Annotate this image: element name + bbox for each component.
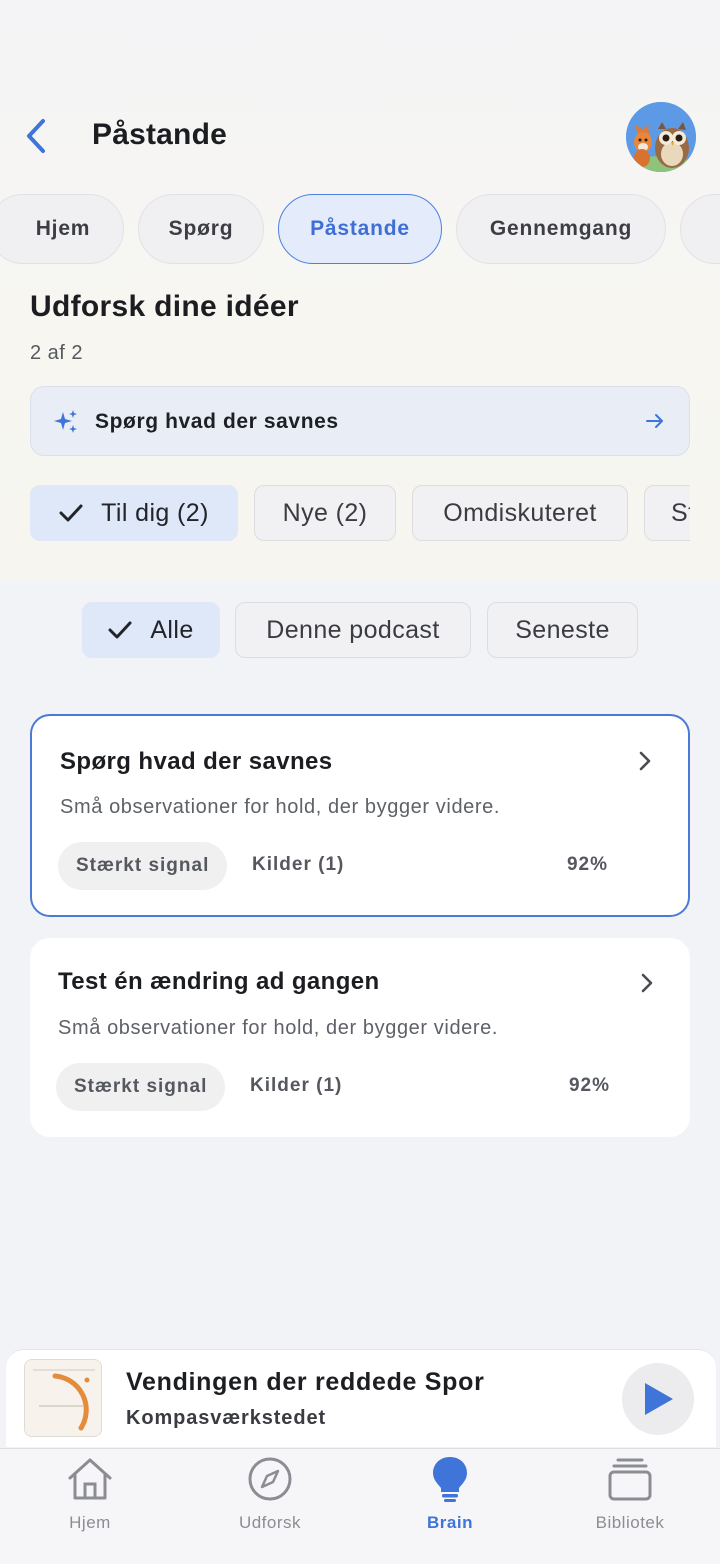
chip-denne-podcast[interactable]: Denne podcast xyxy=(235,602,471,658)
claim-description: Små observationer for hold, der bygger v… xyxy=(58,1017,499,1039)
page-title: Påstande xyxy=(92,118,227,151)
tabbar-label: Brain xyxy=(427,1513,473,1532)
signal-badge: Stærkt signal xyxy=(58,842,228,890)
result-count: 2 af 2 xyxy=(30,342,84,364)
confidence-percent: 92% xyxy=(566,854,608,875)
chip-til-dig[interactable]: Til dig (2) xyxy=(30,485,238,541)
chip-alle[interactable]: Alle xyxy=(82,602,220,658)
sources-link[interactable]: Kilder (1) xyxy=(250,1075,342,1097)
section-title: Udforsk dine idéer xyxy=(30,290,299,323)
header: Påstande xyxy=(0,100,720,176)
mini-player[interactable]: Vendingen der reddede Spor Kompasværkste… xyxy=(6,1349,716,1447)
tabbar-item-hjem[interactable]: Hjem xyxy=(0,1455,180,1535)
compass-icon xyxy=(246,1455,294,1503)
back-button[interactable] xyxy=(18,116,54,156)
show-name: Kompasværkstedet xyxy=(126,1407,327,1429)
scope-chips: Alle Denne podcast Seneste xyxy=(0,602,720,660)
chevron-right-icon xyxy=(639,751,651,771)
avatar-illustration xyxy=(626,102,696,172)
ask-missing-banner[interactable]: Spørg hvad der savnes xyxy=(30,386,690,456)
chip-omdiskuteret[interactable]: Omdiskuteret xyxy=(412,485,628,541)
tabbar-item-udforsk[interactable]: Udforsk xyxy=(180,1455,360,1535)
signal-badge: Stærkt signal xyxy=(56,1063,226,1111)
tab-gennemgang[interactable]: Gennemgang xyxy=(456,194,666,264)
claim-title: Spørg hvad der savnes xyxy=(60,748,333,775)
tabbar-item-brain[interactable]: Brain xyxy=(360,1455,540,1535)
tabbar-label: Udforsk xyxy=(238,1513,302,1532)
confidence-percent: 92% xyxy=(568,1075,610,1096)
filter-chips: Til dig (2) Nye (2) Omdiskuteret St xyxy=(30,485,690,543)
home-icon xyxy=(66,1455,114,1503)
tabbar-item-bibliotek[interactable]: Bibliotek xyxy=(540,1455,720,1535)
chip-seneste[interactable]: Seneste xyxy=(487,602,638,658)
arrow-right-icon xyxy=(646,414,663,428)
episode-cover[interactable] xyxy=(24,1359,102,1437)
chevron-left-icon xyxy=(27,119,45,153)
tabbar-label: Hjem xyxy=(69,1513,111,1532)
avatar[interactable] xyxy=(626,102,696,172)
tab-hjem[interactable]: Hjem xyxy=(0,194,124,264)
claim-card[interactable]: Spørg hvad der savnes Små observationer … xyxy=(30,714,690,917)
sources-link[interactable]: Kilder (1) xyxy=(252,854,344,876)
tab-sporg[interactable]: Spørg xyxy=(138,194,264,264)
app-screen: Påstande Hjem Spørg Påstande Gennemgang … xyxy=(0,0,720,1564)
tabbar-label: Bibliotek xyxy=(595,1513,665,1532)
lightbulb-icon xyxy=(426,1455,474,1503)
play-button[interactable] xyxy=(622,1363,694,1435)
ask-banner-label: Spørg hvad der savnes xyxy=(95,410,339,433)
checkmark-icon xyxy=(108,620,132,640)
tab-bar: Hjem Udforsk Brain Bibliotek xyxy=(0,1448,720,1564)
cover-artwork xyxy=(25,1360,101,1436)
library-icon xyxy=(606,1455,654,1503)
tab-pastande[interactable]: Påstande xyxy=(278,194,442,264)
episode-title: Vendingen der reddede Spor xyxy=(126,1368,485,1396)
claim-description: Små observationer for hold, der bygger v… xyxy=(60,796,501,818)
checkmark-icon xyxy=(59,503,83,523)
chip-nye[interactable]: Nye (2) xyxy=(254,485,396,541)
claim-card[interactable]: Test én ændring ad gangen Små observatio… xyxy=(30,938,690,1137)
sparkles-icon xyxy=(54,410,77,433)
tab-more[interactable] xyxy=(680,194,720,264)
chip-more[interactable]: St xyxy=(644,485,690,541)
section-tabs: Hjem Spørg Påstande Gennemgang xyxy=(0,192,720,266)
claim-title: Test én ændring ad gangen xyxy=(58,968,380,995)
chevron-right-icon xyxy=(641,973,653,993)
play-icon xyxy=(645,1383,673,1415)
